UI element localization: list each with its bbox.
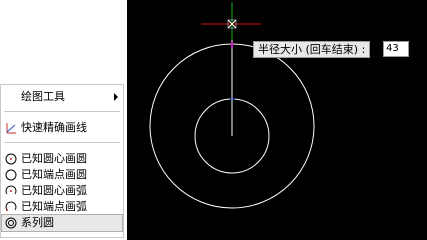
radius-input[interactable]: 43 [383, 41, 409, 57]
precise-line-icon [6, 123, 16, 134]
menu-item-arc-center[interactable]: 已知圆心画弧 [2, 183, 122, 199]
arc-endpoint-icon [5, 201, 17, 211]
menu-item-draw-tools[interactable]: 绘图工具 [2, 89, 122, 105]
concentric-circles-icon [5, 217, 17, 229]
circle-center-icon [5, 153, 17, 165]
menu-divider [4, 142, 120, 143]
menu-item-label: 系列圆 [21, 216, 54, 229]
submenu-arrow-icon [114, 93, 118, 101]
menu-divider [4, 111, 120, 112]
arc-center-icon [5, 185, 17, 195]
menu-item-label: 已知端点画弧 [21, 200, 87, 213]
radius-prompt-label: 半径大小 (回车结束) : [253, 41, 371, 58]
menu-item-label: 绘图工具 [21, 90, 65, 103]
menu-item-label: 已知圆心画圆 [21, 152, 87, 165]
menu-item-label: 已知端点画圆 [21, 168, 87, 181]
menu-item-label: 已知圆心画弧 [21, 184, 87, 197]
crosshair-cursor-icon [201, 2, 261, 40]
menu-item-concentric-circles[interactable]: 系列圆 [1, 214, 123, 232]
canvas-drawing [149, 2, 315, 209]
menu-item-circle-endpoint[interactable]: 已知端点画圆 [2, 167, 122, 183]
menu-item-label: 快速精确画线 [21, 121, 87, 134]
context-menu: 绘图工具 快速精确画线 已知圆心画圆 已知端点画圆 已知圆心画弧 已知端点画弧 … [0, 84, 124, 238]
menu-item-circle-center[interactable]: 已知圆心画圆 [2, 151, 122, 167]
menu-item-arc-endpoint[interactable]: 已知端点画弧 [2, 199, 122, 215]
blank-icon [5, 91, 17, 103]
drawing-canvas[interactable] [127, 0, 427, 240]
menu-item-precise-line[interactable]: 快速精确画线 [2, 120, 122, 136]
circle-endpoint-icon [5, 169, 17, 181]
